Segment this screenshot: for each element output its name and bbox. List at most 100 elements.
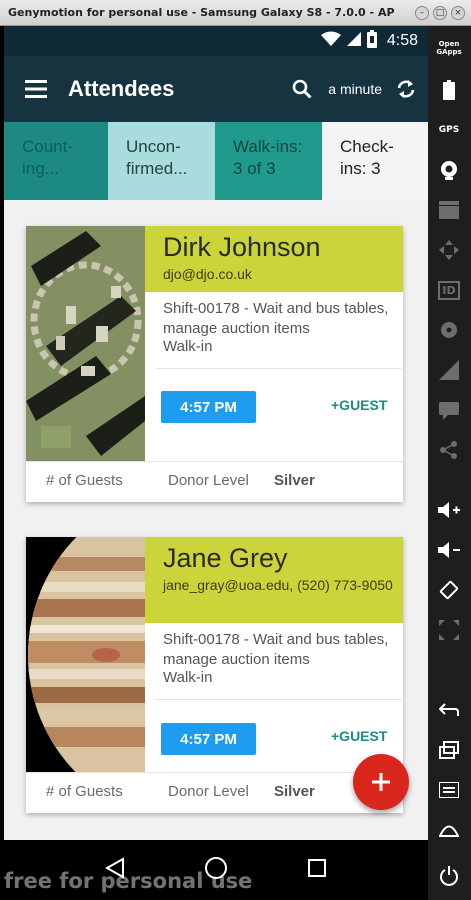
attendee-name: Dirk Johnson	[163, 232, 321, 262]
disk-tool[interactable]	[437, 318, 461, 342]
attendee-contact: djo@djo.co.uk	[163, 266, 252, 282]
status-bar: 4:58	[4, 26, 428, 56]
checkin-time-button[interactable]: 4:57 PM	[161, 391, 256, 423]
window-title: Genymotion for personal use - Samsung Ga…	[8, 6, 395, 19]
home-tool[interactable]	[437, 818, 461, 842]
volume-up-icon	[438, 502, 460, 518]
page-title: Attendees	[68, 76, 175, 101]
volume-down-tool[interactable]	[437, 538, 461, 562]
attendee-shift: Shift-00178 - Wait and bus tables, manag…	[163, 631, 389, 668]
move-arrows-icon	[439, 240, 459, 260]
donor-level-value: Silver	[274, 783, 315, 800]
clapper-icon	[439, 201, 459, 219]
rotate-icon	[439, 580, 459, 600]
back-tool[interactable]	[437, 698, 461, 722]
phone-screen: 4:58 Attendees a minute Count-ing... Unc…	[4, 26, 428, 840]
network-tool[interactable]	[437, 358, 461, 382]
attendee-name: Jane Grey	[163, 543, 288, 573]
divider	[156, 368, 402, 369]
back-arrow-icon	[439, 703, 459, 716]
signal-bars-icon	[439, 360, 459, 380]
hamburger-icon	[25, 80, 47, 98]
battery-icon	[366, 29, 377, 53]
remote-control-tool[interactable]	[437, 238, 461, 262]
power-tool[interactable]	[437, 864, 461, 888]
plus-icon	[372, 773, 390, 791]
rotate-tool[interactable]	[437, 578, 461, 602]
id-tool[interactable]: ID	[437, 278, 461, 302]
id-label: ID	[438, 280, 460, 300]
add-guest-button[interactable]: +GUEST	[331, 397, 387, 413]
attendee-shift: Shift-00178 - Wait and bus tables, manag…	[163, 300, 389, 337]
recents-square-icon	[308, 859, 327, 877]
window-titlebar: Genymotion for personal use - Samsung Ga…	[0, 0, 471, 26]
phone-tool[interactable]	[437, 398, 461, 422]
gps-label: GPS	[438, 125, 460, 135]
guests-label: # of Guests	[46, 783, 123, 800]
donor-level-label: Donor Level	[168, 783, 249, 800]
attendee-photo	[26, 226, 145, 461]
home-circle-icon	[204, 857, 227, 879]
window-controls: – □ ×	[415, 6, 465, 20]
back-button[interactable]	[95, 848, 135, 888]
battery-icon	[443, 80, 455, 100]
add-guest-button[interactable]: +GUEST	[331, 728, 387, 744]
share-icon	[440, 441, 457, 459]
back-triangle-icon	[104, 857, 124, 879]
menu-tool[interactable]	[437, 778, 461, 802]
wifi-icon	[320, 31, 341, 52]
status-time: 4:58	[386, 32, 418, 49]
attendee-card[interactable]: Dirk Johnson djo@djo.co.uk Shift-00178 -…	[26, 226, 403, 502]
maximize-button[interactable]: □	[433, 6, 447, 20]
divider	[156, 699, 402, 700]
volume-down-icon	[438, 542, 460, 558]
android-nav-bar	[4, 840, 428, 896]
chat-icon	[439, 402, 459, 420]
recent-apps-tool[interactable]	[437, 738, 461, 762]
card-header: Jane Grey jane_gray@uoa.edu, (520) 773-9…	[145, 537, 403, 623]
menu-icon	[439, 782, 459, 798]
card-footer: # of Guests Donor Level Silver	[26, 772, 403, 813]
card-footer: # of Guests Donor Level Silver	[26, 461, 403, 502]
tab-unconfirmed[interactable]: Uncon-firmed...	[108, 122, 215, 200]
tab-walk-ins[interactable]: Walk-ins: 3 of 3	[215, 122, 322, 200]
recent-apps-icon	[439, 741, 459, 759]
webcam-tool[interactable]	[437, 158, 461, 182]
close-window-button[interactable]: ×	[451, 6, 465, 20]
search-icon	[292, 79, 312, 99]
battery-tool[interactable]	[437, 78, 461, 102]
minimize-button[interactable]: –	[415, 6, 429, 20]
pixel-perfect-tool[interactable]	[437, 618, 461, 642]
tab-counting[interactable]: Count-ing...	[4, 122, 108, 200]
signal-icon	[346, 31, 361, 51]
last-sync-label: a minute	[328, 81, 382, 97]
app-bar: Attendees a minute	[4, 56, 428, 122]
donor-level-value: Silver	[274, 472, 315, 489]
add-attendee-fab[interactable]	[353, 754, 409, 810]
filter-tabs: Count-ing... Uncon-firmed... Walk-ins: 3…	[4, 122, 428, 200]
disk-icon	[441, 322, 457, 338]
volume-up-tool[interactable]	[437, 498, 461, 522]
tab-check-ins[interactable]: Check-ins: 3	[322, 122, 428, 200]
menu-button[interactable]	[4, 56, 68, 122]
opengapps-tool[interactable]: Open GApps	[436, 36, 462, 60]
search-button[interactable]	[284, 69, 320, 109]
scale-icon	[439, 620, 459, 640]
share-tool[interactable]	[437, 438, 461, 462]
checkin-time-button[interactable]: 4:57 PM	[161, 723, 256, 755]
capture-tool[interactable]	[437, 198, 461, 222]
recents-button[interactable]	[297, 848, 337, 888]
home-icon	[439, 825, 459, 837]
gps-tool[interactable]: GPS	[437, 118, 461, 142]
home-button[interactable]	[196, 848, 236, 888]
refresh-button[interactable]	[390, 69, 422, 109]
attendee-list: Dirk Johnson djo@djo.co.uk Shift-00178 -…	[4, 200, 428, 840]
attendee-card[interactable]: Jane Grey jane_gray@uoa.edu, (520) 773-9…	[26, 537, 403, 813]
attendee-photo	[26, 537, 145, 772]
attendee-contact: jane_gray@uoa.edu, (520) 773-9050	[163, 577, 393, 593]
emulator-toolbar: Open GApps GPS ID	[428, 26, 471, 900]
guests-label: # of Guests	[46, 472, 123, 489]
card-header: Dirk Johnson djo@djo.co.uk	[145, 226, 403, 292]
opengapps-label: Open GApps	[436, 40, 462, 56]
attendee-type: Walk-in	[163, 338, 213, 355]
